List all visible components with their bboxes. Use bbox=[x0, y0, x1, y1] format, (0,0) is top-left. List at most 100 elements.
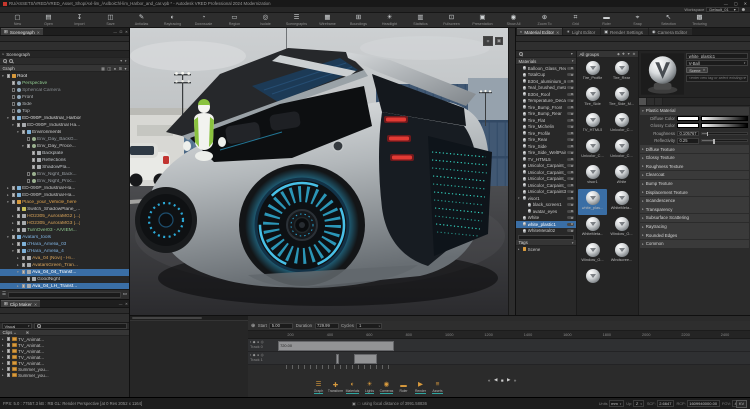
material-toggle[interactable] bbox=[567, 151, 574, 154]
material-toggle[interactable] bbox=[567, 99, 574, 102]
collapsed-section-header[interactable]: ▸Raytracing bbox=[640, 223, 749, 231]
find-icon[interactable] bbox=[9, 59, 13, 63]
go-to-start-button[interactable]: « bbox=[488, 378, 490, 383]
visibility-checkbox[interactable] bbox=[17, 242, 21, 246]
go-to-end-button[interactable]: » bbox=[514, 378, 516, 383]
tag-input[interactable]: <enter new tag or select existing>▾ bbox=[686, 75, 748, 82]
expander-icon[interactable]: ▸ bbox=[12, 228, 15, 232]
visibility-checkbox[interactable] bbox=[12, 109, 16, 113]
scenegraph-node[interactable]: ▾ ED-090P_Industrial_Harbor bbox=[0, 115, 129, 122]
clip-checkbox[interactable] bbox=[7, 373, 11, 377]
material-toggle[interactable] bbox=[567, 223, 574, 226]
expander-icon[interactable]: ▾ bbox=[17, 130, 20, 134]
chevron-down-icon[interactable]: ▾ bbox=[124, 66, 126, 71]
toolbar-button[interactable]: ↖ Selection bbox=[653, 13, 684, 27]
materials-filter-input[interactable] bbox=[518, 235, 574, 240]
collapsed-section-header[interactable]: ▸Incandescence bbox=[640, 197, 749, 205]
toolbar-button[interactable]: ◉ Show All bbox=[498, 13, 529, 27]
shading-mode-tab[interactable] bbox=[639, 98, 647, 105]
tab-clip-maker[interactable]: ⊞Clip Maker✕ bbox=[1, 300, 40, 307]
timeline-clip[interactable] bbox=[354, 354, 377, 364]
material-thumbnail[interactable]: visor1 bbox=[578, 163, 607, 189]
camera-widget[interactable]: ▣ bbox=[495, 37, 503, 45]
material-thumbnail[interactable]: white_plas... bbox=[578, 189, 607, 215]
collapsed-section-header[interactable]: ▸Common bbox=[640, 240, 749, 248]
scenegraph-node[interactable]: ShadowPla... bbox=[0, 164, 129, 171]
clip-search-input[interactable] bbox=[34, 323, 127, 329]
sort-icon[interactable]: ▴ bbox=[14, 331, 16, 335]
material-toggle[interactable] bbox=[567, 190, 574, 193]
scenegraph-node[interactable]: ▾ Place_your_Vehicle_here bbox=[0, 199, 129, 206]
toolbar-button[interactable]: ◫ Save bbox=[95, 13, 126, 27]
toolbar-button[interactable]: ⊞ Boundings bbox=[343, 13, 374, 27]
chevron-down-icon[interactable]: ▾ bbox=[572, 59, 574, 63]
start-input[interactable]: 5.00 bbox=[269, 323, 293, 329]
expander-icon[interactable]: ▸ bbox=[17, 263, 20, 267]
timeline-ruler[interactable]: 2004006008001000120014001600180020002200… bbox=[248, 331, 750, 339]
panel-minimize[interactable]: — bbox=[119, 302, 123, 306]
glossy-color-swatch[interactable] bbox=[677, 123, 699, 128]
clips-header[interactable]: Clips bbox=[3, 330, 13, 335]
material-toggle[interactable] bbox=[567, 203, 574, 206]
delete-icon[interactable]: ✖ bbox=[26, 330, 29, 335]
close-icon[interactable]: ✕ bbox=[34, 302, 37, 307]
close-icon[interactable]: ✕ bbox=[37, 30, 40, 35]
collapsed-section-header[interactable]: ▸Clearcoat bbox=[640, 171, 749, 179]
scenegraph-node[interactable]: Backplate bbox=[0, 150, 129, 157]
collapsed-section-header[interactable]: ▸Diffuse Texture bbox=[640, 145, 749, 153]
expander-icon[interactable]: ▾ bbox=[12, 249, 15, 253]
visibility-checkbox[interactable] bbox=[17, 123, 21, 127]
visibility-icon[interactable]: ● bbox=[114, 66, 116, 71]
glossy-ramp[interactable] bbox=[701, 123, 748, 128]
visibility-checkbox[interactable] bbox=[32, 165, 36, 169]
reflectivity-value[interactable]: 0.25 bbox=[677, 138, 699, 144]
clip-checkbox[interactable] bbox=[7, 349, 11, 353]
quickbar-button[interactable]: ≡ Assets bbox=[429, 380, 446, 396]
scenegraph-node[interactable]: ▸ AvatarsGreen_Tran... bbox=[0, 262, 129, 269]
visibility-checkbox[interactable] bbox=[12, 235, 16, 239]
expander-icon[interactable]: ▾ bbox=[22, 144, 25, 148]
material-thumbnail[interactable]: Unicolor_C... bbox=[578, 137, 607, 163]
timeline-track[interactable]: ▪◆●◎ Track 0 720.00 bbox=[248, 339, 750, 352]
quickbar-button[interactable]: ✚ Transform bbox=[327, 380, 344, 396]
show-icon[interactable]: ▦ bbox=[101, 66, 105, 71]
viewport[interactable]: ⌗ ▣ bbox=[130, 28, 508, 315]
expander-icon[interactable]: ▸ bbox=[12, 221, 15, 225]
scenegraph-node[interactable]: ▸ ED-090P_Industrial-Ha... bbox=[0, 192, 129, 199]
toolbar-button[interactable]: ▥ Statistics bbox=[405, 13, 436, 27]
maximize-button[interactable]: ▢ bbox=[734, 1, 738, 6]
scenegraph-filter-input[interactable] bbox=[8, 292, 121, 298]
material-toggle[interactable] bbox=[567, 145, 574, 148]
material-toggle[interactable] bbox=[567, 216, 574, 219]
material-thumbnail[interactable]: WhiteMeta... bbox=[578, 215, 607, 241]
collapsed-section-header[interactable]: ▸Subsurface Scattering bbox=[640, 214, 749, 222]
plastic-material-section[interactable]: ▾Plastic Material bbox=[640, 107, 749, 115]
toolbar-button[interactable]: ☀ Headlight bbox=[374, 13, 405, 27]
reflectivity-slider[interactable] bbox=[701, 139, 748, 142]
search-icon[interactable] bbox=[519, 52, 523, 56]
visibility-checkbox[interactable] bbox=[17, 214, 21, 218]
clip-checkbox[interactable] bbox=[7, 367, 11, 371]
material-toggle[interactable] bbox=[567, 229, 574, 232]
visibility-checkbox[interactable] bbox=[27, 172, 31, 176]
material-toggle[interactable] bbox=[567, 73, 574, 76]
panel-minimize[interactable]: — bbox=[113, 30, 117, 34]
panel-close[interactable]: ✕ bbox=[125, 302, 128, 306]
visibility-checkbox[interactable] bbox=[27, 277, 31, 281]
clip-row[interactable]: ▸ Summer_you... bbox=[0, 372, 129, 378]
material-toggle[interactable] bbox=[567, 125, 574, 128]
toolbar-button[interactable]: ↧ Import bbox=[64, 13, 95, 27]
material-toggle[interactable] bbox=[567, 67, 574, 70]
quickbar-button[interactable]: ☰ Graph bbox=[310, 380, 327, 396]
expander-icon[interactable]: ▸ bbox=[12, 214, 15, 218]
kv-button[interactable]: KV bbox=[736, 400, 747, 408]
scenegraph-node[interactable]: Env_Night_Back... bbox=[0, 171, 129, 178]
sync-icon[interactable]: ◫ bbox=[107, 66, 111, 71]
material-toggle[interactable] bbox=[567, 132, 574, 135]
visibility-checkbox[interactable] bbox=[12, 116, 16, 120]
visibility-checkbox[interactable] bbox=[32, 158, 36, 162]
material-toggle[interactable] bbox=[567, 184, 574, 187]
visibility-checkbox[interactable] bbox=[22, 263, 26, 267]
expander-icon[interactable]: ▾ bbox=[7, 116, 10, 120]
panel-float[interactable]: ⊡ bbox=[119, 30, 122, 34]
